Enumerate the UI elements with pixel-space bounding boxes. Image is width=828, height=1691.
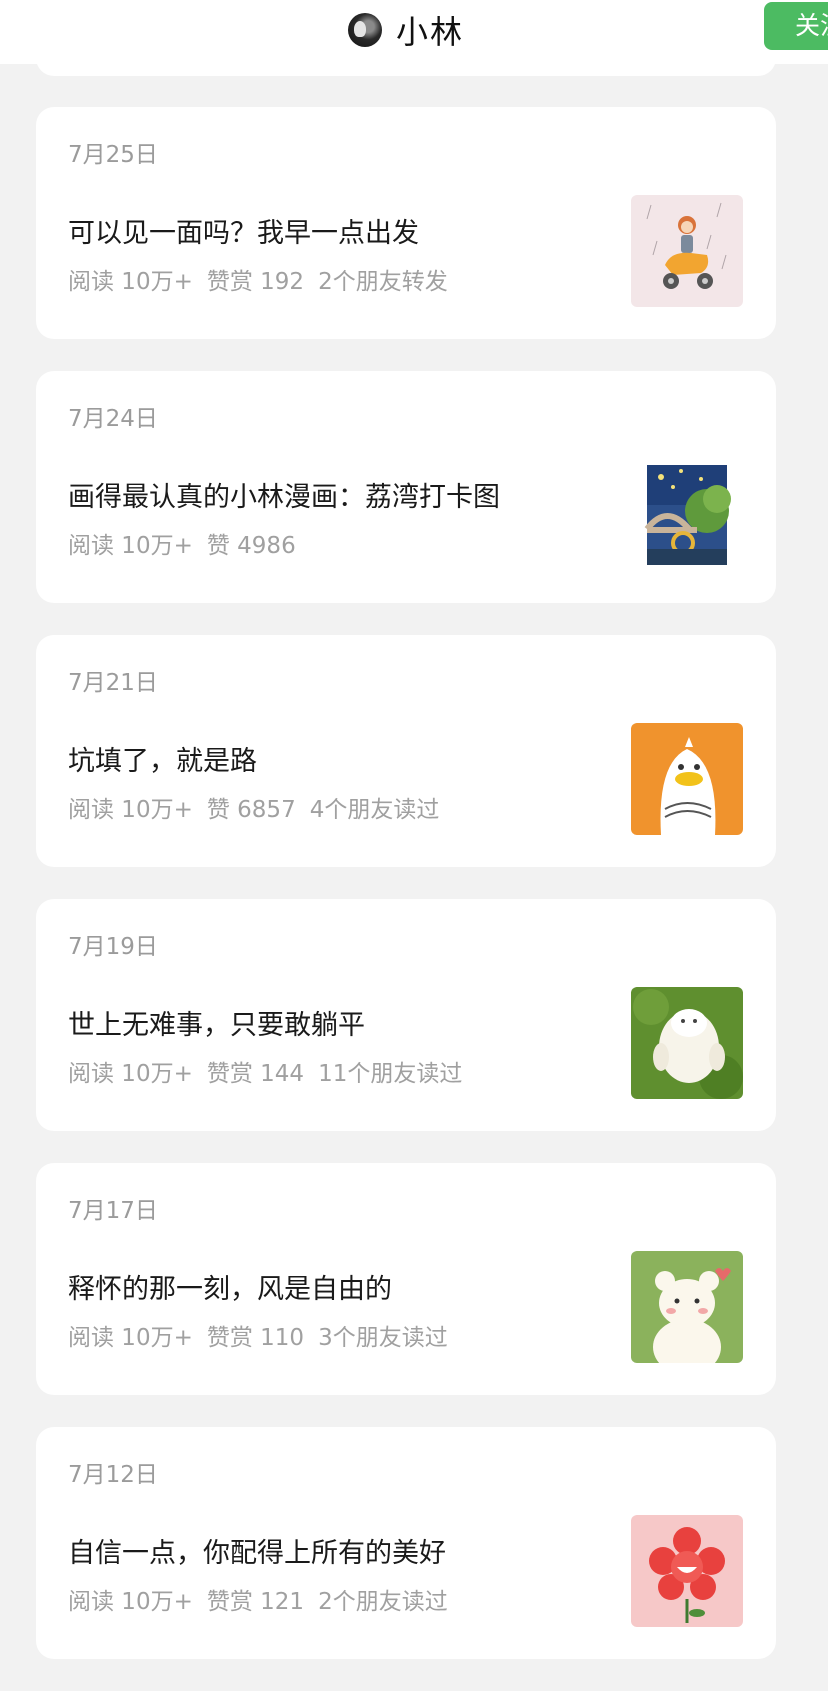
article-card[interactable]: 7月21日 坑填了，就是路 阅读 10万+ 赞 6857 4个朋友读过 [36,635,776,867]
account-header[interactable]: 小林 [348,7,464,53]
like-count: 赞 4986 [206,533,296,559]
top-bar: 小林 关注 [0,0,828,64]
lying-animal-illustration[interactable] [631,987,743,1099]
read-count: 阅读 10万+ [68,533,193,559]
article-card[interactable]: 7月12日 自信一点，你配得上所有的美好 阅读 10万+ 赞赏 121 2个朋友读过 [36,1427,776,1659]
article-title[interactable]: 世上无难事，只要敢躺平 [68,1003,365,1042]
article-card[interactable]: 7月19日 世上无难事，只要敢躺平 阅读 10万+ 赞赏 144 11个朋友读过 [36,899,776,1131]
like-count: 赞赏 121 [206,1589,305,1615]
article-title[interactable]: 自信一点，你配得上所有的美好 [68,1531,446,1570]
article-title[interactable]: 坑填了，就是路 [68,739,257,778]
article-date: 7月21日 [68,670,158,696]
article-stats: 阅读 10万+ 赞赏 192 2个朋友转发 [68,262,462,296]
article-title[interactable]: 画得最认真的小林漫画：荔湾打卡图 [68,475,500,514]
article-card[interactable]: 7月17日 释怀的那一刻，风是自由的 阅读 10万+ 赞赏 110 3个朋友读过 [36,1163,776,1395]
like-count: 赞赏 144 [206,1061,305,1087]
read-count: 阅读 10万+ [68,1061,193,1087]
friend-activity: 2个朋友转发 [318,269,448,295]
article-card[interactable]: 7月25日 可以见一面吗？我早一点出发 阅读 10万+ 赞赏 192 2个朋友转发 [36,107,776,339]
friend-activity: 2个朋友读过 [318,1589,448,1615]
article-card[interactable]: 7月24日 画得最认真的小林漫画：荔湾打卡图 阅读 10万+ 赞 4986 [36,371,776,603]
account-name: 小林 [396,13,465,51]
article-stats: 阅读 10万+ 赞 6857 4个朋友读过 [68,790,453,824]
article-stats: 阅读 10万+ 赞赏 144 11个朋友读过 [68,1054,476,1088]
article-title[interactable]: 可以见一面吗？我早一点出发 [68,211,419,250]
article-date: 7月19日 [68,934,158,960]
article-date: 7月24日 [68,406,158,432]
article-list: 7月25日 可以见一面吗？我早一点出发 阅读 10万+ 赞赏 192 2个朋友转发 [36,107,776,1691]
article-date: 7月25日 [68,142,158,168]
smiling-flower-illustration[interactable] [631,1515,743,1627]
duck-illustration[interactable] [631,723,743,835]
friend-activity: 4个朋友读过 [309,797,440,823]
article-stats: 阅读 10万+ 赞 4986 [68,526,324,560]
read-count: 阅读 10万+ [68,1589,193,1615]
like-count: 赞赏 192 [206,269,305,295]
avatar[interactable] [348,13,382,47]
article-stats: 阅读 10万+ 赞赏 121 2个朋友读过 [68,1582,462,1616]
like-count: 赞 6857 [206,797,296,823]
read-count: 阅读 10万+ [68,1325,193,1351]
friend-activity: 11个朋友读过 [318,1061,463,1087]
bear-illustration[interactable] [631,1251,743,1363]
like-count: 赞赏 110 [206,1325,305,1351]
friend-activity: 3个朋友读过 [318,1325,448,1351]
scooter-rain-illustration[interactable] [631,195,743,307]
article-title[interactable]: 释怀的那一刻，风是自由的 [68,1267,392,1306]
follow-button[interactable]: 关注 [764,2,828,50]
article-date: 7月12日 [68,1462,158,1488]
article-stats: 阅读 10万+ 赞赏 110 3个朋友读过 [68,1318,462,1352]
read-count: 阅读 10万+ [68,269,193,295]
article-date: 7月17日 [68,1198,158,1224]
read-count: 阅读 10万+ [68,797,193,823]
night-bridge-illustration[interactable] [631,459,743,571]
